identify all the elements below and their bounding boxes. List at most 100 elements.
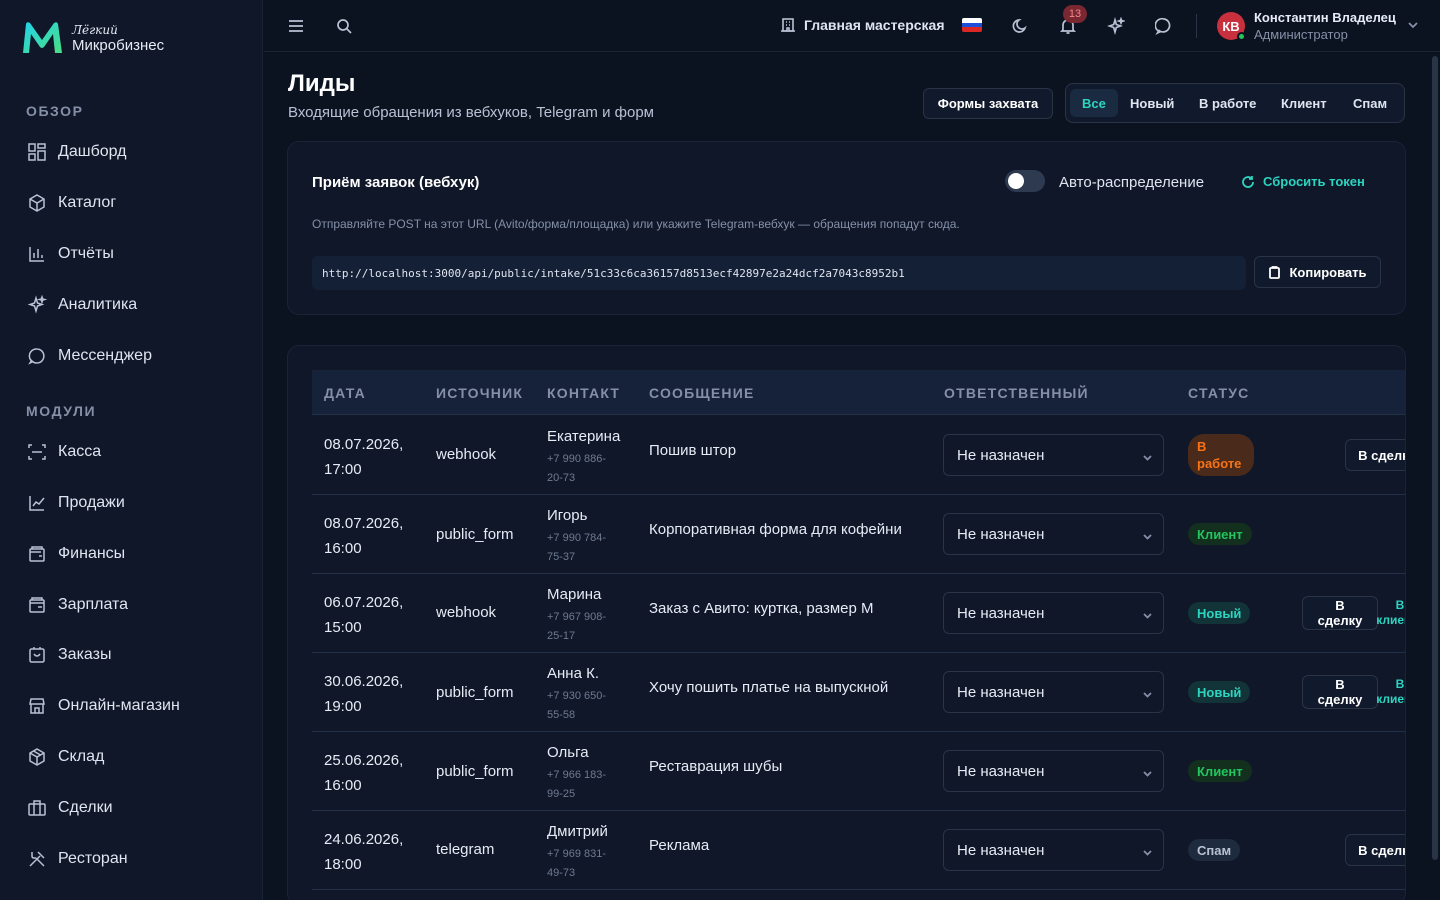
tab-in-progress[interactable]: В работе: [1187, 89, 1268, 117]
lead-date: 06.07.2026, 15:00: [324, 594, 404, 636]
table-row[interactable]: 30.06.2026, 19:00 public_form Анна К. +7 930…: [312, 653, 1405, 732]
contact-phone: +7 930 650- 55-58: [547, 690, 607, 721]
lead-message: Хочу пошить платье на выпускной: [649, 679, 889, 696]
nav-label: Сделки: [58, 799, 113, 816]
chat-icon[interactable]: [1152, 14, 1176, 38]
nav-item-finance[interactable]: Финансы: [26, 542, 125, 566]
chevron-down-icon: [1142, 845, 1153, 856]
store-icon: [26, 695, 48, 717]
nav-item-store[interactable]: Онлайн-магазин: [26, 694, 180, 718]
app-logo[interactable]: Лёгкий Микробизнес: [20, 20, 164, 56]
chevron-down-icon: [1142, 529, 1153, 540]
nav-item-orders[interactable]: Заказы: [26, 643, 111, 667]
warehouse-icon: [26, 746, 48, 768]
contact-name: Игорь: [547, 507, 588, 524]
search-icon[interactable]: [332, 14, 356, 38]
webhook-url-field[interactable]: http://localhost:3000/api/public/intake/…: [312, 256, 1246, 290]
nav-item-analytics[interactable]: Аналитика: [26, 293, 137, 317]
table-row[interactable]: 08.07.2026, 16:00 public_form Игорь +7 990 7…: [312, 495, 1405, 574]
reset-token-button[interactable]: Сбросить токен: [1241, 174, 1365, 189]
dashboard-icon: [26, 141, 48, 163]
owner-select[interactable]: Не назначен: [943, 513, 1164, 555]
col-source[interactable]: ИСТОЧНИК: [436, 385, 523, 401]
nav-label: Заказы: [58, 646, 112, 663]
status-badge: Клиент: [1188, 760, 1252, 782]
sparkle-icon[interactable]: [1104, 14, 1128, 38]
capture-forms-button[interactable]: Формы захвата: [923, 88, 1053, 119]
col-owner[interactable]: ОТВЕТСТВЕННЫЙ: [944, 385, 1089, 401]
tab-new[interactable]: Новый: [1118, 89, 1186, 117]
refresh-icon: [1242, 175, 1254, 188]
nav-label: Аналитика: [58, 296, 138, 313]
table-row[interactable]: 08.07.2026, 17:00 webhook Екатерина +7 990 8…: [312, 416, 1405, 495]
toggle-knob: [1008, 173, 1024, 189]
owner-value: Не назначен: [957, 841, 1045, 859]
to-client-link[interactable]: Вклиента: [1370, 598, 1405, 628]
nav-item-reports[interactable]: Отчёты: [26, 242, 114, 266]
owner-value: Не назначен: [957, 446, 1045, 464]
logo-top-text: Лёгкий: [72, 22, 118, 37]
cashier-icon: [26, 441, 48, 463]
to-client-link[interactable]: Вклиента: [1370, 677, 1405, 707]
lead-date: 24.06.2026, 18:00: [324, 831, 404, 873]
owner-select[interactable]: Не назначен: [943, 592, 1164, 634]
owner-select[interactable]: Не назначен: [943, 829, 1164, 871]
salary-icon: [26, 594, 48, 616]
copy-label: Копировать: [1289, 264, 1367, 280]
auto-distribution-toggle[interactable]: [1005, 170, 1045, 192]
chevron-down-icon[interactable]: [1407, 18, 1419, 30]
contact-name: Екатерина: [547, 428, 621, 445]
owner-select[interactable]: Не назначен: [943, 750, 1164, 792]
to-deal-button[interactable]: В сделку: [1302, 596, 1378, 630]
page-title: Лиды: [288, 70, 356, 97]
reports-icon: [26, 243, 48, 265]
lead-date: 25.06.2026, 16:00: [324, 752, 404, 794]
owner-select[interactable]: Не назначен: [943, 434, 1164, 476]
notification-count: 13: [1063, 5, 1087, 23]
chevron-down-icon: [1142, 687, 1153, 698]
col-status[interactable]: СТАТУС: [1188, 385, 1249, 401]
nav-item-warehouse[interactable]: Склад: [26, 745, 104, 769]
to-deal-button[interactable]: В сделку: [1345, 439, 1405, 471]
to-deal-button[interactable]: В сделку: [1302, 675, 1378, 709]
to-deal-button[interactable]: В сделку: [1345, 834, 1405, 866]
deals-icon: [26, 797, 48, 819]
theme-toggle-icon[interactable]: [1008, 14, 1032, 38]
owner-value: Не назначен: [957, 525, 1045, 543]
nav-item-salary[interactable]: Зарплата: [26, 593, 128, 617]
section-overview: ОБЗОР: [26, 103, 84, 119]
user-name[interactable]: Константин Владелец: [1254, 10, 1396, 25]
tab-client[interactable]: Клиент: [1269, 89, 1339, 117]
owner-select[interactable]: Не назначен: [943, 671, 1164, 713]
col-contact[interactable]: КОНТАКТ: [547, 385, 620, 401]
nav-label: Склад: [58, 748, 105, 765]
page-scrollbar[interactable]: [1432, 56, 1438, 860]
status-badge: Вработе: [1188, 434, 1254, 476]
page-subtitle: Входящие обращения из вебхуков, Telegram…: [288, 104, 654, 121]
lead-message: Пошив штор: [649, 442, 737, 459]
workshop-selector[interactable]: Главная мастерская: [780, 17, 945, 33]
nav-item-sales[interactable]: Продажи: [26, 491, 125, 515]
menu-icon[interactable]: [284, 14, 308, 38]
nav-item-catalog[interactable]: Каталог: [26, 191, 116, 215]
table-row[interactable]: 24.06.2026, 18:00 telegram Дмитрий +7 969 83…: [312, 811, 1405, 890]
nav-label: Мессенджер: [58, 347, 152, 364]
nav-item-restaurant[interactable]: Ресторан: [26, 847, 128, 871]
language-flag-icon[interactable]: [962, 18, 982, 32]
tab-spam[interactable]: Спам: [1341, 89, 1399, 117]
nav-item-messenger[interactable]: Мессенджер: [26, 344, 152, 368]
lead-source: public_form: [436, 526, 514, 543]
col-date[interactable]: ДАТА: [324, 385, 366, 401]
messenger-icon: [26, 345, 48, 367]
nav-label: Финансы: [58, 545, 126, 562]
table-row[interactable]: 06.07.2026, 15:00 webhook Марина +7 967 908-…: [312, 574, 1405, 653]
table-row[interactable]: 25.06.2026, 16:00 public_form Ольга +7 966 1…: [312, 732, 1405, 811]
lead-message: Реклама: [649, 837, 710, 854]
nav-item-deals[interactable]: Сделки: [26, 796, 113, 820]
nav-item-dashboard[interactable]: Дашборд: [26, 140, 127, 164]
nav-item-cashier[interactable]: Касса: [26, 440, 101, 464]
lead-date: 08.07.2026, 16:00: [324, 515, 404, 557]
col-message[interactable]: СООБЩЕНИЕ: [649, 385, 755, 401]
copy-url-button[interactable]: Копировать: [1254, 256, 1381, 288]
tab-all[interactable]: Все: [1070, 89, 1118, 117]
